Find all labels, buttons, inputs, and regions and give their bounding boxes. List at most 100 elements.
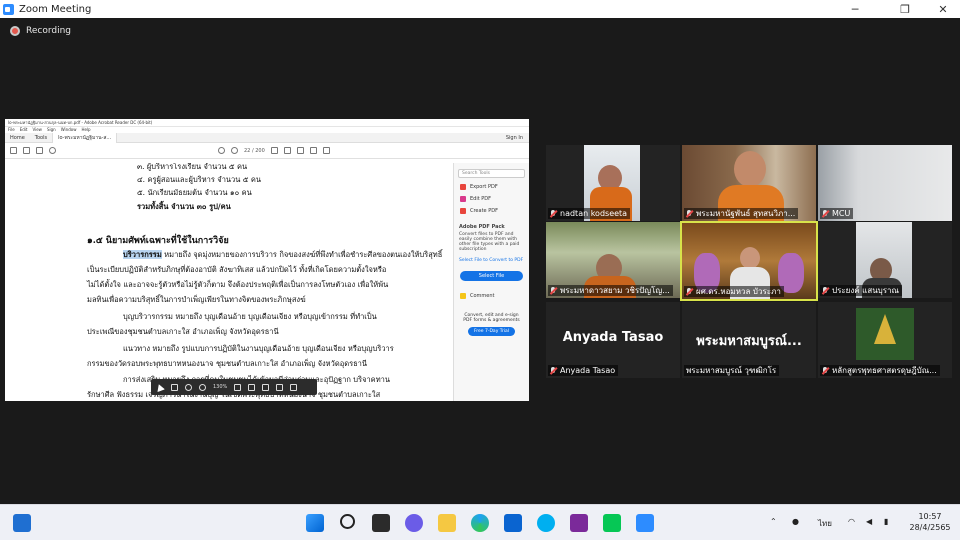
maximize-button[interactable]: ❐ [890,0,920,18]
tool-create-pdf[interactable]: Create PDF [460,208,523,214]
wifi-icon[interactable]: ◠ [848,517,855,526]
onenote-icon[interactable] [570,514,588,532]
doc-line: ไม่ได้ตั้งใจ และอาจจะรู้ตัวหรือไม่รู้ตัว… [87,280,389,289]
save-icon[interactable] [10,147,17,154]
zoom-logo-icon [3,3,14,15]
file-explorer-icon[interactable] [438,514,456,532]
participant-name-label: ผศ.ดร.หอมหวล บัวระภา [684,286,784,297]
video-tile[interactable]: ประยงค์ แสนบุราณ [818,222,952,298]
tool-label: Comment [470,293,495,299]
video-tile[interactable]: พระมหาดาวสยาม วชิรปัญโญ... [546,222,680,298]
zoom-taskbar-icon[interactable] [636,514,654,532]
video-tile[interactable]: พระมหานัฐพันธ์ สุทสนวิภา... [682,145,816,221]
participant-name: พระมหานัฐพันธ์ สุทสนวิภา... [696,209,796,218]
clock-time: 10:57 [918,512,942,521]
free-trial-button[interactable]: Free 7-Day Trial [468,327,515,336]
tab-home[interactable]: Home [5,135,30,141]
skype-icon[interactable] [537,514,555,532]
page-indicator[interactable]: 22 / 200 [244,148,265,154]
microphone-icon[interactable]: ● [792,517,799,526]
rotate-icon[interactable] [248,383,256,391]
participant-name-label: พระมหาดาวสยาม วชิรปัญโญ... [548,285,673,296]
convert-link[interactable]: Select File to Convert to PDF [459,258,524,263]
mail-icon[interactable] [36,147,43,154]
video-tile[interactable]: Anyada Tasao Anyada Tasao [546,302,680,378]
participant-name: MCU [832,209,851,218]
pdf-page: ๓. ผู้บริหารโรงเรียน จำนวน ๕ คน ๔. ครูผู… [5,163,451,401]
sign-in-link[interactable]: Sign In [501,135,529,141]
copy-icon[interactable] [234,383,242,391]
print-icon[interactable] [23,147,30,154]
participant-name-label: พระมหานัฐพันธ์ สุทสนวิภา... [684,208,799,219]
zoom-in-icon[interactable] [199,383,206,391]
select-file-button[interactable]: Select File [460,271,523,281]
system-clock[interactable]: 10:57 28/4/2565 [905,511,955,533]
start-icon[interactable] [306,514,324,532]
teams-chat-icon[interactable] [405,514,423,532]
doc-line: มลทินเพื่อความบริสุทธิ์ในการบำเพ็ญเพียรใ… [87,295,306,304]
doc-line: รวมทั้งสิ้น จำนวน ๓๐ รูป/คน [137,202,231,211]
minimize-button[interactable]: ─ [840,0,870,18]
hand-icon[interactable] [171,383,178,391]
edit-pdf-icon [460,196,466,202]
next-page-icon[interactable] [231,147,238,154]
battery-icon[interactable]: ▮ [884,517,888,526]
menu-view[interactable]: View [32,127,42,133]
search-icon[interactable] [49,147,56,154]
participant-name: พระมหาดาวสยาม วชิรปัญโญ... [560,286,670,295]
participant-display-name: พระมหาสมบูรณ์... [696,334,802,349]
tool-export-pdf[interactable]: Export PDF [460,184,523,190]
mail-icon[interactable] [504,514,522,532]
edge-icon[interactable] [471,514,489,532]
acrobat-side-panel: Search Tools Export PDF Edit PDF Create … [453,163,529,401]
participant-name: ประยงค์ แสนบุราณ [832,286,899,295]
record-icon [10,26,20,36]
input-language[interactable]: ไทย [818,517,832,530]
close-button[interactable]: ✕ [928,0,958,18]
video-tile-active-speaker[interactable]: ผศ.ดร.หอมหวล บัวระภา [680,221,818,301]
side-footer-text: Convert, edit and e-sign PDF forms & agr… [463,313,520,323]
video-tile[interactable]: หลักสูตรพุทธศาสตรดุษฎีบัณ... [818,302,952,378]
participant-name-label: ประยงค์ แสนบุราณ [820,285,902,296]
floating-toolbar: 130% [151,379,317,395]
tool-comment[interactable]: Comment [460,293,523,299]
tab-document[interactable]: lo-พระมหานัฏฐิมาน-ส... [52,132,118,143]
tool-edit-pdf[interactable]: Edit PDF [460,196,523,202]
pen-icon[interactable] [283,147,291,154]
prev-page-icon[interactable] [218,147,225,154]
chevron-up-icon[interactable]: ⌃ [770,517,777,526]
stamp-icon[interactable] [309,147,317,154]
doc-line: บุญบริวารกรรม หมายถึง บุญเดือนอ้าย บุญเด… [123,312,377,321]
doc-line: แนวทาง หมายถึง รูปแบบการปฏิบัติในงานบุญเ… [123,344,394,353]
widgets-icon[interactable] [13,514,31,532]
video-tile[interactable]: nadtan kodseeta [546,145,680,221]
fullscreen-icon[interactable] [276,383,284,391]
recording-indicator[interactable]: Recording [10,26,71,36]
zoom-level[interactable]: 130% [213,384,227,390]
mic-muted-icon [550,286,557,295]
menu-edit[interactable]: Edit [20,127,28,133]
comment-icon[interactable] [270,147,278,154]
acrobat-tabs: Home Tools lo-พระมหานัฏฐิมาน-ส... Sign I… [5,132,529,143]
acrobat-toolbar: 22 / 200 [5,143,529,159]
tools-search-input[interactable]: Search Tools [458,169,525,178]
tool-label: Create PDF [470,208,498,214]
tab-tools[interactable]: Tools [30,135,52,141]
search-icon[interactable] [340,514,355,529]
volume-icon[interactable]: ◀ [866,517,872,526]
line-app-icon[interactable] [603,514,621,532]
trash-icon[interactable] [322,147,330,154]
cursor-icon[interactable] [155,382,165,392]
task-view-icon[interactable] [372,514,390,532]
participant-name: ผศ.ดร.หอมหวล บัวระภา [696,287,781,296]
zoom-out-icon[interactable] [185,383,192,391]
pack-title: Adobe PDF Pack [459,224,505,230]
video-tile[interactable]: พระมหาสมบูรณ์... พระมหาสมบูรณ์ วุฑฒิกโร [682,302,816,378]
doc-line-rest: หมายถึง จุดมุ่งหมายของการบริวาร กิจของสง… [161,250,443,259]
video-tile[interactable]: MCU [818,145,952,221]
download-icon[interactable] [290,383,298,391]
menu-file[interactable]: File [8,127,15,133]
highlight-icon[interactable] [296,147,304,154]
doc-line: กรรมของวัดรอบพระพุทธบาทหนองนาจ ชุมชนตำบล… [87,359,368,368]
fit-page-icon[interactable] [262,383,270,391]
